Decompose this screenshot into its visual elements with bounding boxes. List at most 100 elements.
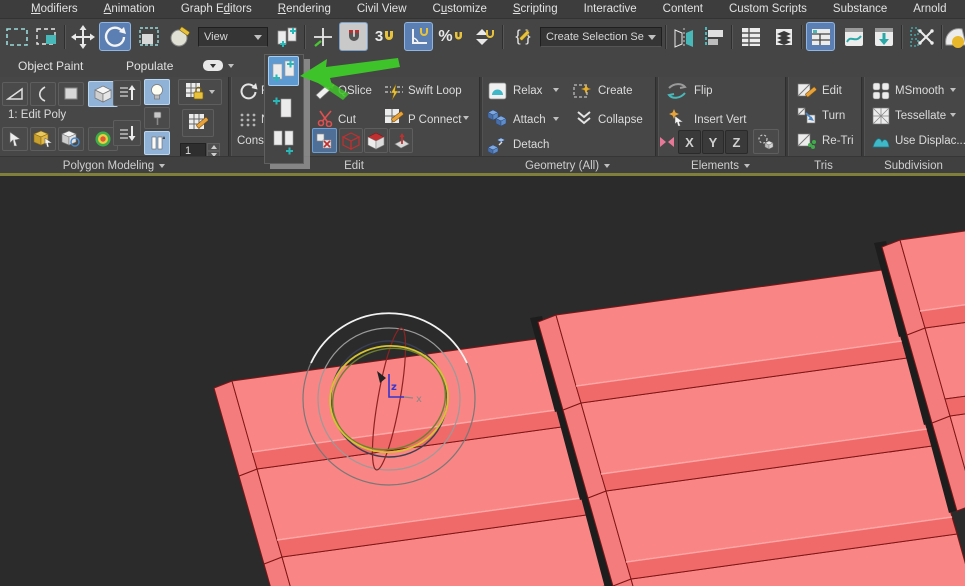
menu-graph-editors[interactable]: Graph Editors xyxy=(168,3,265,15)
named-selection-set-dropdown[interactable]: Create Selection Se xyxy=(540,27,662,47)
edit-named-selections-button[interactable]: { } xyxy=(507,22,539,51)
polygon-select-tool-button[interactable] xyxy=(2,127,28,151)
subobject-vertex-button[interactable] xyxy=(2,82,28,106)
detach-label[interactable]: Detach xyxy=(513,139,549,151)
percent-snap-button[interactable]: % xyxy=(437,22,466,51)
view-align-button[interactable] xyxy=(753,129,779,154)
re-tri-button[interactable] xyxy=(797,132,817,150)
make-planar-button[interactable] xyxy=(658,133,676,151)
tab-object-paint[interactable]: Object Paint xyxy=(18,57,83,75)
turn-button[interactable] xyxy=(797,107,817,125)
select-move-button[interactable] xyxy=(68,22,97,51)
next-modifier-button[interactable] xyxy=(113,120,141,146)
dashed-x-tool-button[interactable] xyxy=(906,22,938,51)
constraint-edge-button[interactable] xyxy=(339,128,363,153)
ribbon-options-chevron-icon[interactable] xyxy=(228,64,234,68)
flip-label[interactable]: Flip xyxy=(694,85,713,97)
menu-substance[interactable]: Substance xyxy=(820,3,900,15)
layer-manager-button[interactable] xyxy=(769,22,798,51)
flyout-option-3-button[interactable] xyxy=(268,126,299,160)
panel-subdivision[interactable]: Subdivision xyxy=(862,158,965,173)
nurms-toggle-button[interactable] xyxy=(238,111,258,129)
create-button[interactable] xyxy=(572,82,592,100)
swift-loop-label[interactable]: Swift Loop xyxy=(408,85,462,97)
snaps-toggle-button[interactable] xyxy=(339,22,368,51)
show-cage-button[interactable] xyxy=(144,131,170,155)
angle-snap-button[interactable] xyxy=(404,22,433,51)
create-label[interactable]: Create xyxy=(598,85,633,97)
panel-polygon-modeling[interactable]: Polygon Modeling xyxy=(0,158,228,173)
menu-customize[interactable]: Customize xyxy=(420,3,500,15)
use-displacement-label[interactable]: Use Displac... xyxy=(895,135,965,147)
scene-explorer-button[interactable] xyxy=(736,22,765,51)
cut-button[interactable] xyxy=(316,108,336,128)
attach-button[interactable] xyxy=(486,108,508,128)
flip-button[interactable] xyxy=(666,82,688,100)
msmooth-button[interactable] xyxy=(871,82,891,100)
insert-vert-button[interactable] xyxy=(664,106,688,128)
select-region-lasso-button[interactable] xyxy=(32,22,61,51)
attach-label[interactable]: Attach xyxy=(513,114,546,126)
use-displacement-button[interactable] xyxy=(871,132,891,150)
previous-modifier-button[interactable] xyxy=(113,80,141,106)
edit-grid-button[interactable] xyxy=(182,109,214,137)
p-connect-button[interactable] xyxy=(383,108,405,128)
select-scale-button[interactable] xyxy=(134,22,163,51)
menu-custom-scripts[interactable]: Custom Scripts xyxy=(716,3,820,15)
tessellate-chevron-icon[interactable] xyxy=(950,113,956,117)
p-connect-chevron-icon[interactable] xyxy=(463,116,469,120)
panel-tris[interactable]: Tris xyxy=(786,158,861,173)
repeat-last-button[interactable] xyxy=(237,82,259,102)
reference-coordsys-dropdown[interactable]: View xyxy=(198,27,268,47)
planar-x-button[interactable]: X xyxy=(678,130,701,154)
insert-vert-label[interactable]: Insert Vert xyxy=(694,114,746,126)
material-editor-button[interactable] xyxy=(945,22,965,51)
show-end-result-button[interactable] xyxy=(144,79,170,105)
tab-populate[interactable]: Populate xyxy=(126,57,173,75)
turn-label[interactable]: Turn xyxy=(822,110,845,122)
msmooth-chevron-icon[interactable] xyxy=(950,88,956,92)
spinner-snap-button[interactable] xyxy=(469,22,498,51)
collapse-button[interactable] xyxy=(575,110,593,126)
snaps-pivot-crosshair-button[interactable] xyxy=(308,22,337,51)
locked-stack-dropdown-button[interactable] xyxy=(178,79,222,105)
planar-y-button[interactable]: Y xyxy=(702,130,724,154)
menu-rendering[interactable]: Rendering xyxy=(265,3,344,15)
modifier-stack-field[interactable]: 1: Edit Poly xyxy=(8,109,66,121)
align-button[interactable] xyxy=(699,22,728,51)
ribbon-toggle-button[interactable] xyxy=(806,22,835,51)
select-region-rect-button[interactable] xyxy=(2,22,31,51)
minimize-ribbon-button[interactable] xyxy=(203,60,223,71)
pick-object-button[interactable] xyxy=(30,127,56,151)
panel-elements[interactable]: Elements xyxy=(656,158,785,173)
constraint-face-button[interactable] xyxy=(364,128,388,153)
curve-editor-button[interactable] xyxy=(839,22,868,51)
relax-button[interactable] xyxy=(488,82,508,100)
snap-3d-button[interactable]: 3 xyxy=(371,22,400,51)
tessellate-label[interactable]: Tessellate xyxy=(895,110,946,122)
mirror-button[interactable] xyxy=(669,22,698,51)
tris-edit-button[interactable] xyxy=(797,82,817,100)
pin-stack-button[interactable] xyxy=(144,107,170,129)
cut-label[interactable]: Cut xyxy=(338,114,356,126)
re-tri-label[interactable]: Re-Tri xyxy=(822,135,854,147)
subobject-border-button[interactable] xyxy=(58,82,84,106)
menu-interactive[interactable]: Interactive xyxy=(571,3,650,15)
planar-z-button[interactable]: Z xyxy=(725,130,748,154)
menu-arnold[interactable]: Arnold xyxy=(900,3,959,15)
collapse-label[interactable]: Collapse xyxy=(598,114,643,126)
constraint-normal-button[interactable] xyxy=(389,128,413,153)
relax-label[interactable]: Relax xyxy=(513,85,542,97)
viewport-canvas[interactable]: x z xyxy=(0,176,965,586)
spinner-up-button[interactable] xyxy=(207,143,220,151)
inspect-subobject-button[interactable] xyxy=(58,127,84,151)
menu-civil-view[interactable]: Civil View xyxy=(344,3,420,15)
relax-chevron-icon[interactable] xyxy=(553,88,559,92)
schematic-view-button[interactable] xyxy=(869,22,898,51)
attach-chevron-icon[interactable] xyxy=(553,117,559,121)
use-pivot-center-button[interactable] xyxy=(272,22,301,51)
tessellate-button[interactable] xyxy=(871,107,891,125)
tris-edit-label[interactable]: Edit xyxy=(822,85,842,97)
select-manipulate-button[interactable] xyxy=(165,22,194,51)
msmooth-label[interactable]: MSmooth xyxy=(895,85,944,97)
